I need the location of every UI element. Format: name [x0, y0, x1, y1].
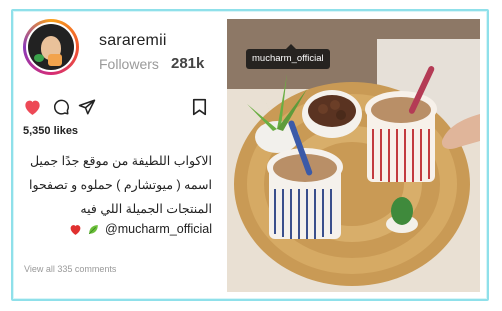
mention-link[interactable]: @mucharm_official	[105, 222, 212, 236]
heart-emoji-icon	[70, 224, 81, 235]
caption-mention-line: @mucharm_official	[22, 222, 212, 236]
avatar-image	[28, 24, 74, 70]
likes-count[interactable]: 5,350 likes	[23, 125, 78, 137]
avatar-ring-gap	[26, 22, 76, 72]
share-icon[interactable]	[78, 98, 96, 116]
followers-label: Followers	[99, 56, 159, 72]
avatar-cup-shape	[48, 54, 62, 66]
caption-line-2: اسمه ( ميوتشارم ) حملوه و تصفحوا	[29, 178, 212, 192]
photo-product-tag[interactable]: mucharm_official	[246, 44, 330, 69]
comment-icon[interactable]	[52, 98, 70, 116]
heart-icon[interactable]	[23, 98, 42, 116]
herb-emoji-icon	[88, 224, 98, 234]
followers-count: 281k	[171, 55, 205, 72]
view-comments-link[interactable]: View all 335 comments	[24, 264, 116, 274]
username[interactable]: sararemii	[99, 32, 167, 50]
avatar-leaf-shape	[34, 54, 44, 62]
avatar[interactable]	[23, 19, 79, 75]
caption-line-3: المنتجات الجميلة اللي فيه	[80, 202, 212, 216]
bookmark-icon[interactable]	[192, 98, 207, 116]
caption-line-1: الاكواب اللطيفة من موقع جدًا جميل	[29, 154, 212, 168]
